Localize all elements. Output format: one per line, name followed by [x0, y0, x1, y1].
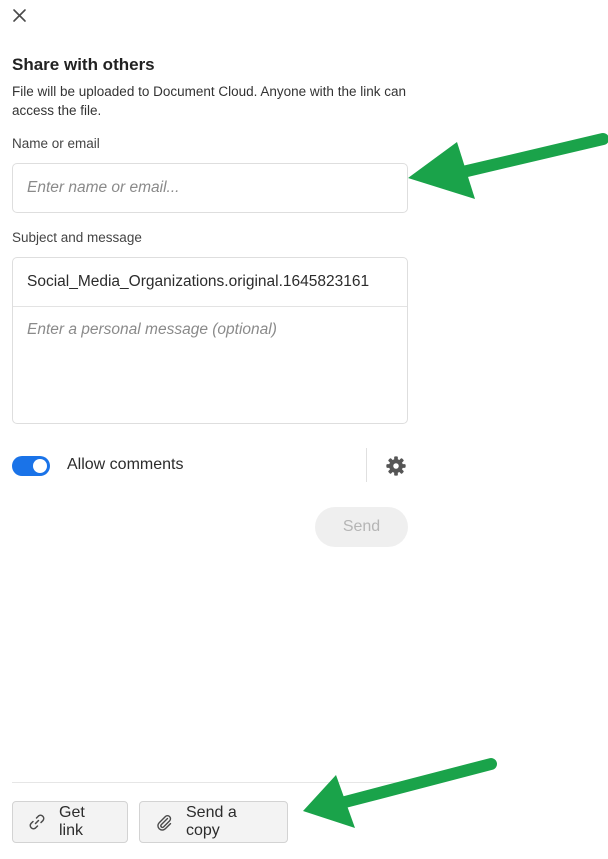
- message-box: Social_Media_Organizations.original.1645…: [12, 257, 408, 424]
- toggle-knob: [33, 459, 47, 473]
- dialog-description: File will be uploaded to Document Cloud.…: [12, 84, 406, 118]
- gear-icon[interactable]: [385, 455, 407, 477]
- personal-message-field[interactable]: Enter a personal message (optional): [13, 307, 407, 339]
- allow-comments-label: Allow comments: [67, 456, 184, 473]
- allow-comments-toggle[interactable]: [12, 456, 50, 476]
- annotation-arrow-top: [408, 133, 608, 199]
- send-copy-label: Send a copy: [186, 804, 237, 839]
- recipient-label: Name or email: [12, 136, 100, 151]
- get-link-label: Get link: [59, 804, 85, 839]
- paperclip-icon: [157, 815, 172, 831]
- name-or-email-input[interactable]: [12, 163, 408, 213]
- send-copy-button[interactable]: Send a copy: [139, 801, 288, 843]
- divider: [366, 448, 367, 482]
- close-icon[interactable]: [8, 4, 30, 26]
- subject-message-label: Subject and message: [12, 230, 142, 245]
- get-link-button[interactable]: Get link: [12, 801, 128, 843]
- dialog-title: Share with others: [12, 55, 155, 74]
- footer-divider: [12, 782, 408, 783]
- link-icon: [29, 814, 45, 830]
- send-button[interactable]: Send: [315, 507, 408, 547]
- annotation-arrow-bottom: [303, 758, 497, 828]
- subject-field[interactable]: Social_Media_Organizations.original.1645…: [13, 258, 407, 307]
